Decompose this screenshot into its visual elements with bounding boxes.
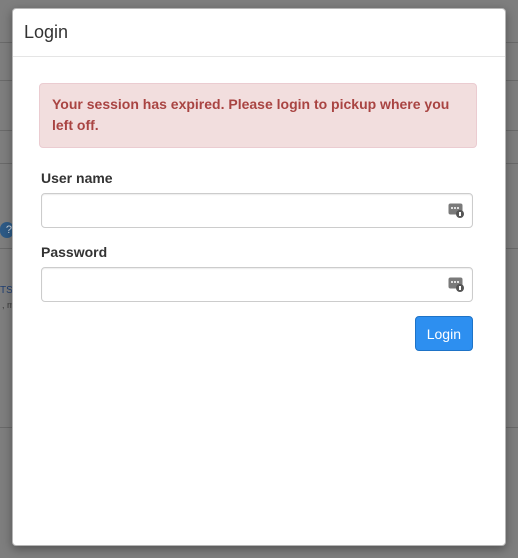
password-input[interactable] [41, 267, 473, 302]
session-expired-alert: Your session has expired. Please login t… [39, 83, 477, 148]
login-button[interactable]: Login [414, 316, 473, 351]
dialog-header: Login [13, 9, 505, 57]
background-text: TS [0, 285, 13, 296]
dialog-body: Your session has expired. Please login t… [13, 57, 505, 371]
username-group: User name [41, 170, 477, 228]
password-group: Password [41, 244, 477, 302]
username-label: User name [41, 170, 113, 186]
password-label: Password [41, 244, 108, 260]
password-manager-icon[interactable] [448, 276, 465, 293]
dialog-title: Login [24, 22, 69, 42]
button-row: Login [41, 316, 473, 351]
password-manager-icon[interactable] [448, 202, 465, 219]
username-input[interactable] [41, 193, 473, 228]
login-dialog: Login Your session has expired. Please l… [12, 8, 506, 546]
